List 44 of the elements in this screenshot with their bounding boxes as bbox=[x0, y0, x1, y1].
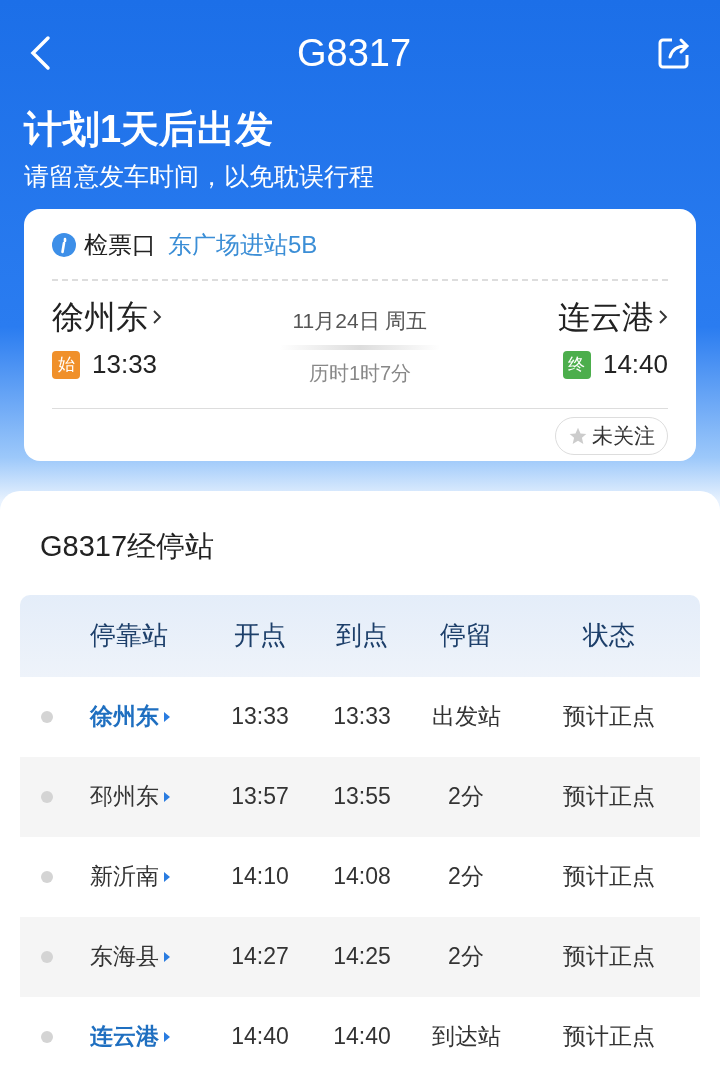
table-cell-text: 2分 bbox=[448, 862, 484, 892]
table-cell-text: 预计正点 bbox=[563, 862, 655, 892]
station-name[interactable]: 徐州东 bbox=[52, 301, 148, 333]
table-cell-text: 13:33 bbox=[231, 702, 289, 732]
station-link[interactable]: 东海县 bbox=[90, 939, 159, 974]
column-header: 状态 bbox=[583, 619, 635, 652]
table-cell-text: 14:40 bbox=[333, 1022, 391, 1052]
station-badge: 终 bbox=[562, 350, 591, 379]
station-badge: 始 bbox=[52, 350, 80, 379]
table-cell-text: 13:55 bbox=[333, 782, 391, 812]
table-cell-text: 到达站 bbox=[431, 1022, 501, 1052]
column-header: 开点 bbox=[234, 619, 286, 652]
table-cell-text: 13:33 bbox=[333, 702, 391, 732]
table-cell-text: 2分 bbox=[448, 782, 484, 812]
station-time: 13:33 bbox=[92, 348, 158, 381]
station-link[interactable]: 连云港 bbox=[90, 1019, 159, 1054]
table-cell-text: 14:27 bbox=[231, 942, 289, 972]
station-name[interactable]: 连云港 bbox=[558, 301, 654, 333]
travel-duration: 历时1时7分 bbox=[308, 360, 412, 386]
station-link[interactable]: 新沂南 bbox=[90, 859, 159, 894]
station-time: 14:40 bbox=[602, 348, 668, 381]
station-link[interactable]: 邳州东 bbox=[90, 779, 159, 814]
table-cell-text: 14:10 bbox=[231, 862, 289, 892]
table-cell-text: 预计正点 bbox=[563, 942, 655, 972]
column-header: 停靠站 bbox=[90, 619, 168, 652]
table-cell-text: 14:40 bbox=[231, 1022, 289, 1052]
table-cell-text: 13:57 bbox=[231, 782, 289, 812]
table-cell-text: 预计正点 bbox=[563, 782, 655, 812]
table-cell-text: 2分 bbox=[448, 942, 484, 972]
table-cell-text: 14:08 bbox=[333, 862, 391, 892]
headline: 计划1天后出发 bbox=[24, 107, 275, 152]
table-cell-text: 预计正点 bbox=[563, 1022, 655, 1052]
table-cell-text: 出发站 bbox=[431, 702, 501, 732]
gate-value: 东广场进站5B bbox=[168, 230, 318, 260]
table-cell-text: 预计正点 bbox=[563, 702, 655, 732]
station-link[interactable]: 徐州东 bbox=[90, 699, 159, 734]
column-header: 到点 bbox=[336, 619, 388, 652]
window-title: G8317 bbox=[296, 30, 412, 76]
table-cell-text: 14:25 bbox=[333, 942, 391, 972]
subtitle: 请留意发车时间，以免耽误行程 bbox=[24, 160, 375, 192]
section-title: G8317经停站 bbox=[39, 529, 216, 564]
gate-label: 检票口 bbox=[84, 230, 156, 260]
column-header: 停留 bbox=[440, 619, 492, 652]
travel-date: 11月24日 周五 bbox=[292, 308, 428, 334]
